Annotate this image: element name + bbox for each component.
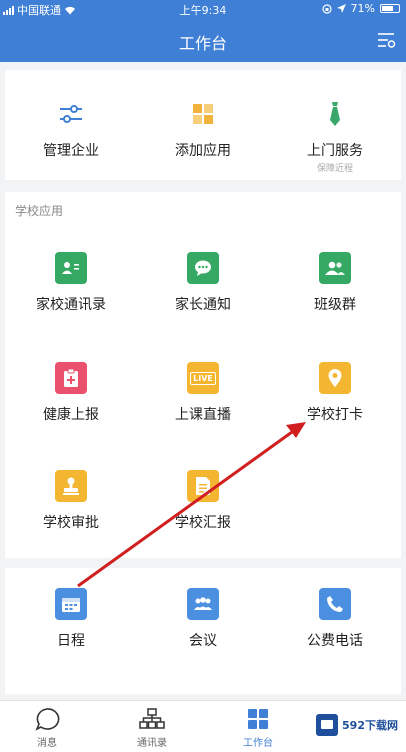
battery-percent: 71%	[350, 2, 375, 15]
watermark-text: 592下载网	[342, 719, 398, 732]
status-bar: 中国联通 上午9:34 71%	[0, 0, 406, 18]
stamp-icon	[55, 470, 87, 502]
onsite-service-button[interactable]: 上门服务 保障近程	[269, 98, 401, 174]
meeting-icon	[187, 588, 219, 620]
onsite-service-sub: 保障近程	[316, 164, 353, 174]
health-report-label: 健康上报	[43, 407, 99, 423]
meeting-label: 会议	[189, 633, 217, 649]
parent-notice-label: 家长通知	[175, 297, 231, 313]
org-chart-icon	[139, 708, 165, 729]
school-directory-label: 家校通讯录	[36, 297, 106, 313]
workbench-icon	[248, 709, 268, 729]
phone-icon	[319, 588, 351, 620]
school-checkin-label: 学校打卡	[307, 407, 363, 423]
misc-apps-card: 日程 会议 公费电话	[5, 568, 401, 694]
onsite-service-label: 上门服务	[307, 143, 363, 159]
school-report-label: 学校汇报	[175, 515, 231, 531]
health-report-button[interactable]: 健康上报	[5, 362, 137, 424]
message-icon	[35, 708, 60, 731]
parent-notice-button[interactable]: 家长通知	[137, 252, 269, 314]
quick-actions-card: 管理企业 添加应用 上门服务 保障近程	[5, 70, 401, 180]
medical-clipboard-icon	[55, 362, 87, 394]
live-class-button[interactable]: LIVE 上课直播	[137, 362, 269, 424]
live-badge: LIVE	[190, 371, 216, 385]
calendar-icon	[55, 588, 87, 620]
settings-list-icon[interactable]	[376, 30, 396, 50]
sliders-icon	[55, 98, 87, 130]
chat-bubble-icon	[187, 252, 219, 284]
manage-company-button[interactable]: 管理企业	[5, 98, 137, 160]
add-app-label: 添加应用	[175, 143, 231, 159]
school-approval-button[interactable]: 学校审批	[5, 470, 137, 532]
school-directory-button[interactable]: 家校通讯录	[5, 252, 137, 314]
live-icon: LIVE	[187, 362, 219, 394]
manage-company-label: 管理企业	[43, 143, 99, 159]
tab-workbench[interactable]: 工作台	[218, 707, 298, 749]
class-group-label: 班级群	[314, 297, 356, 313]
section-title: 学校应用	[15, 204, 64, 218]
official-phone-label: 公费电话	[307, 633, 363, 649]
contact-card-icon	[55, 252, 87, 284]
grid-add-icon	[187, 98, 219, 130]
schedule-button[interactable]: 日程	[5, 588, 137, 650]
tab-messages-label: 消息	[37, 738, 57, 749]
lock-rotation-icon	[321, 3, 332, 14]
add-app-button[interactable]: 添加应用	[137, 98, 269, 160]
schedule-label: 日程	[57, 633, 85, 649]
tab-contacts-label: 通讯录	[137, 738, 167, 749]
watermark-logo: 592下载网	[312, 712, 402, 738]
app-header: 工作台	[0, 18, 406, 62]
location-pin-icon	[319, 362, 351, 394]
meeting-button[interactable]: 会议	[137, 588, 269, 650]
school-checkin-button[interactable]: 学校打卡	[269, 362, 401, 424]
battery-icon	[380, 4, 400, 13]
document-icon	[187, 470, 219, 502]
tab-contacts[interactable]: 通讯录	[112, 707, 192, 749]
page-title: 工作台	[178, 34, 227, 53]
tab-workbench-label: 工作台	[243, 738, 273, 749]
tie-icon	[319, 98, 351, 130]
school-apps-card: 学校应用 家校通讯录 家长通知 班级群 健康上报 LIVE 上课直播 学校打卡	[5, 192, 401, 558]
watermark-icon	[316, 714, 339, 736]
location-arrow-icon	[336, 4, 346, 13]
class-group-button[interactable]: 班级群	[269, 252, 401, 314]
live-class-label: 上课直播	[175, 407, 231, 423]
school-approval-label: 学校审批	[43, 515, 99, 531]
school-report-button[interactable]: 学校汇报	[137, 470, 269, 532]
official-phone-button[interactable]: 公费电话	[269, 588, 401, 650]
group-icon	[319, 252, 351, 284]
tab-messages[interactable]: 消息	[7, 707, 87, 749]
